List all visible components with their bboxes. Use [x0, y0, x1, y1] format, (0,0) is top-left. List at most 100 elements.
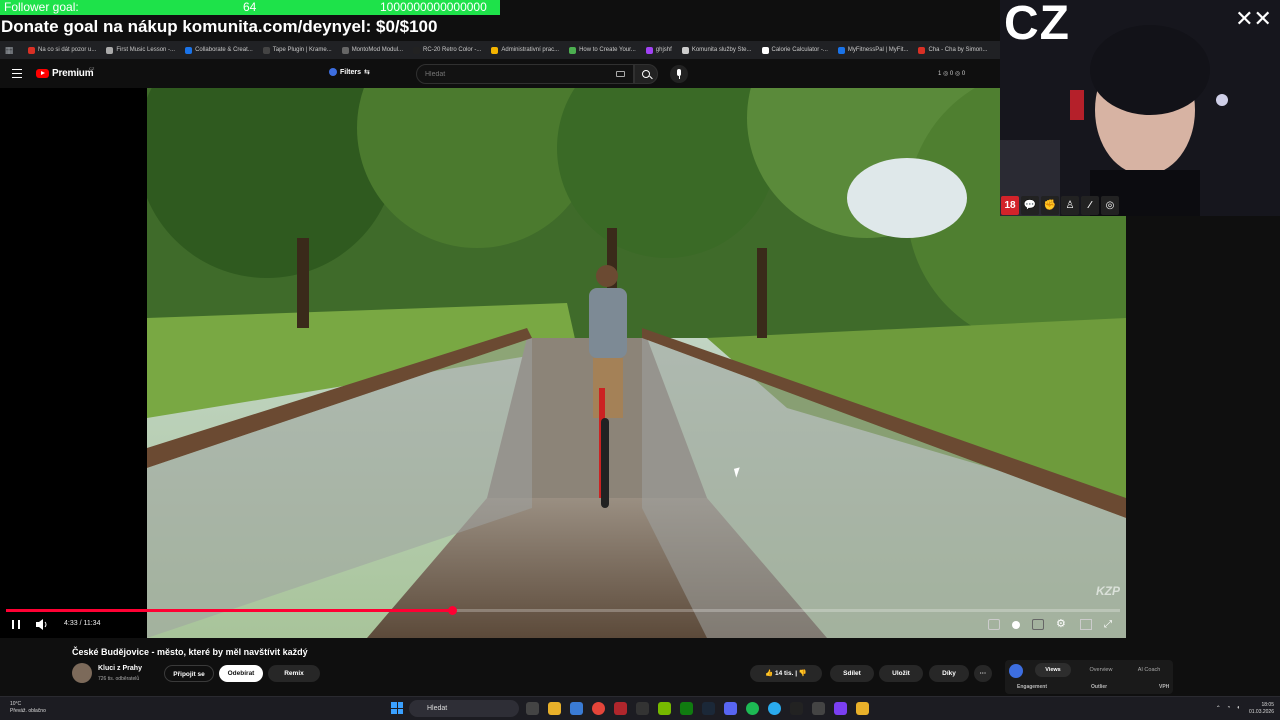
search-button[interactable] — [634, 64, 658, 84]
share-button[interactable]: Sdílet — [830, 665, 874, 682]
bookmark-label: RC-20 Retro Color -... — [423, 47, 482, 53]
bookmark-label: Administrativní prac... — [501, 47, 560, 53]
save-button[interactable]: Uložit — [879, 665, 923, 682]
player-controls: 4:33 / 11:34 ⚙ ⤢ — [0, 615, 1126, 637]
filters-label: Filters — [340, 68, 362, 76]
weather-widget[interactable]: 10°C Převáž. oblačno — [10, 701, 46, 715]
engagement-label: Engagement — [1017, 684, 1048, 690]
channel-name[interactable]: Kluci z Prahy — [98, 665, 142, 672]
follower-goal-target: 1000000000000000 — [380, 0, 487, 14]
bookmark-item[interactable]: Komunita služby Ste... — [681, 46, 752, 54]
captions-icon[interactable] — [1032, 619, 1044, 630]
bookmark-item[interactable]: Na co si dát pozor u... — [28, 46, 96, 54]
chrome-icon[interactable] — [592, 702, 605, 715]
bookmarks-bar: ▦ Na co si dát pozor u... First Music Les… — [0, 41, 1000, 59]
progress-scrubber[interactable] — [447, 606, 457, 615]
bookmark-favicon-icon — [761, 46, 769, 54]
bookmark-item[interactable]: ghjshf — [645, 46, 672, 54]
bookmark-item[interactable]: How to Create Your... — [569, 46, 636, 54]
webcam-country-text: CZ — [1004, 0, 1070, 50]
youtube-premium-brand[interactable]: Premium — [52, 68, 94, 79]
like-button[interactable]: 👍 14 tis. | 👎 — [750, 665, 822, 682]
theater-mode-icon[interactable] — [1080, 619, 1092, 630]
remix-button[interactable]: Remix — [268, 665, 320, 682]
like-count: 14 tis. — [774, 670, 794, 677]
progress-played — [6, 609, 452, 612]
tab-ai-coach[interactable]: AI Coach — [1131, 663, 1167, 677]
bookmark-item[interactable]: MyFitnessPal | MyFit... — [837, 46, 908, 54]
bookmark-item[interactable]: Administrativní prac... — [491, 46, 560, 54]
app-icon-dark[interactable] — [636, 702, 649, 715]
start-icon[interactable] — [391, 702, 403, 714]
apps-grid-icon[interactable]: ▦ — [0, 45, 18, 56]
taskbar-search[interactable]: Hledat — [409, 700, 519, 717]
youtube-header: Premium CZ Filters ⇆ 1 ◎ 0 ◎ 0 — [0, 60, 1000, 88]
screen: Follower goal: 64 1000000000000000 Donat… — [0, 0, 1280, 720]
voice-search-icon[interactable] — [670, 65, 688, 83]
age-rating-badge: 18 — [1001, 196, 1019, 215]
bookmark-label: Collaborate & Creat... — [195, 47, 253, 53]
mail-icon[interactable] — [570, 702, 583, 715]
bookmark-item[interactable]: Calorie Calculator -... — [761, 46, 828, 54]
fullscreen-icon[interactable]: ⤢ — [1104, 619, 1116, 630]
app-icon-black[interactable] — [790, 702, 803, 715]
donate-goal-text: Donate goal na nákup komunita.com/deynye… — [1, 17, 438, 36]
nvidia-icon[interactable] — [658, 702, 671, 715]
bookmark-label: Calorie Calculator -... — [771, 47, 828, 53]
globe-icon: ◎ — [1101, 196, 1119, 215]
video-player[interactable]: KZP 4:33 / 11:34 ⚙ ⤢ — [0, 88, 1126, 638]
app-icon-red[interactable] — [614, 702, 627, 715]
filters-button[interactable]: Filters ⇆ — [329, 68, 370, 76]
pause-icon[interactable] — [12, 620, 20, 629]
more-actions-button[interactable]: ··· — [974, 665, 992, 682]
search-icon — [642, 70, 650, 78]
volume-tray-icon[interactable]: ◖ — [1236, 705, 1240, 712]
bookmark-favicon-icon — [413, 46, 421, 54]
steam-icon[interactable] — [702, 702, 715, 715]
bookmark-label: How to Create Your... — [579, 47, 636, 53]
file-explorer-icon[interactable] — [548, 702, 561, 715]
tab-views[interactable]: Views — [1035, 663, 1071, 677]
bookmark-item[interactable]: Collaborate & Creat... — [185, 46, 253, 54]
progress-bar[interactable] — [6, 606, 1120, 615]
extension-logo-icon — [1009, 664, 1023, 678]
taskbar-clock[interactable]: 18:05 01.03.2026 — [1249, 702, 1274, 716]
tray-chevron-icon[interactable]: ⌃ — [1216, 705, 1221, 712]
bookmark-item[interactable]: MontoMod Modul... — [341, 46, 403, 54]
spotify-icon[interactable] — [746, 702, 759, 715]
video-frame[interactable]: KZP — [147, 88, 1126, 638]
settings-icon[interactable]: ⚙ — [1056, 619, 1068, 630]
subscribe-button[interactable]: Odebírat — [219, 665, 263, 682]
bookmark-label: ghjshf — [655, 47, 672, 53]
join-button[interactable]: Připojit se — [164, 665, 214, 682]
bookmark-label: Cha - Cha by Simon... — [928, 47, 988, 53]
youtube-logo-icon[interactable] — [36, 69, 49, 78]
system-tray[interactable]: ⌃ ◔ ◖ — [1216, 705, 1240, 712]
tab-overview[interactable]: Overview — [1083, 663, 1119, 677]
telegram-icon[interactable] — [768, 702, 781, 715]
task-view-icon[interactable] — [526, 702, 539, 715]
search-input[interactable] — [425, 67, 605, 81]
bookmark-favicon-icon — [28, 46, 35, 54]
obs-icon[interactable] — [812, 702, 825, 715]
channel-avatar[interactable] — [72, 663, 92, 683]
autoplay-icon[interactable] — [1012, 620, 1020, 629]
thanks-button[interactable]: Díky — [929, 665, 969, 682]
bookmark-item[interactable]: Tape Plugin | Krame... — [262, 46, 332, 54]
app-icon-purple[interactable] — [834, 702, 847, 715]
app-icon-yellow[interactable] — [856, 702, 869, 715]
network-icon[interactable]: ◔ — [1227, 705, 1231, 712]
bookmark-item[interactable]: RC-20 Retro Color -... — [413, 46, 482, 54]
menu-icon[interactable] — [12, 69, 22, 78]
chapters-icon[interactable] — [988, 619, 1000, 630]
extension-stats: 1 ◎ 0 ◎ 0 — [938, 71, 966, 77]
volume-icon[interactable] — [36, 619, 48, 630]
xbox-icon[interactable] — [680, 702, 693, 715]
clock-time: 18:05 — [1261, 702, 1274, 708]
discord-icon[interactable] — [724, 702, 737, 715]
bookmark-item[interactable]: Cha - Cha by Simon... — [918, 46, 988, 54]
subscriber-count: 726 tis. odběratelů — [98, 676, 140, 682]
keyboard-icon[interactable] — [616, 71, 625, 77]
bookmark-item[interactable]: First Music Lesson -... — [106, 46, 175, 54]
taskbar-apps — [526, 702, 869, 715]
